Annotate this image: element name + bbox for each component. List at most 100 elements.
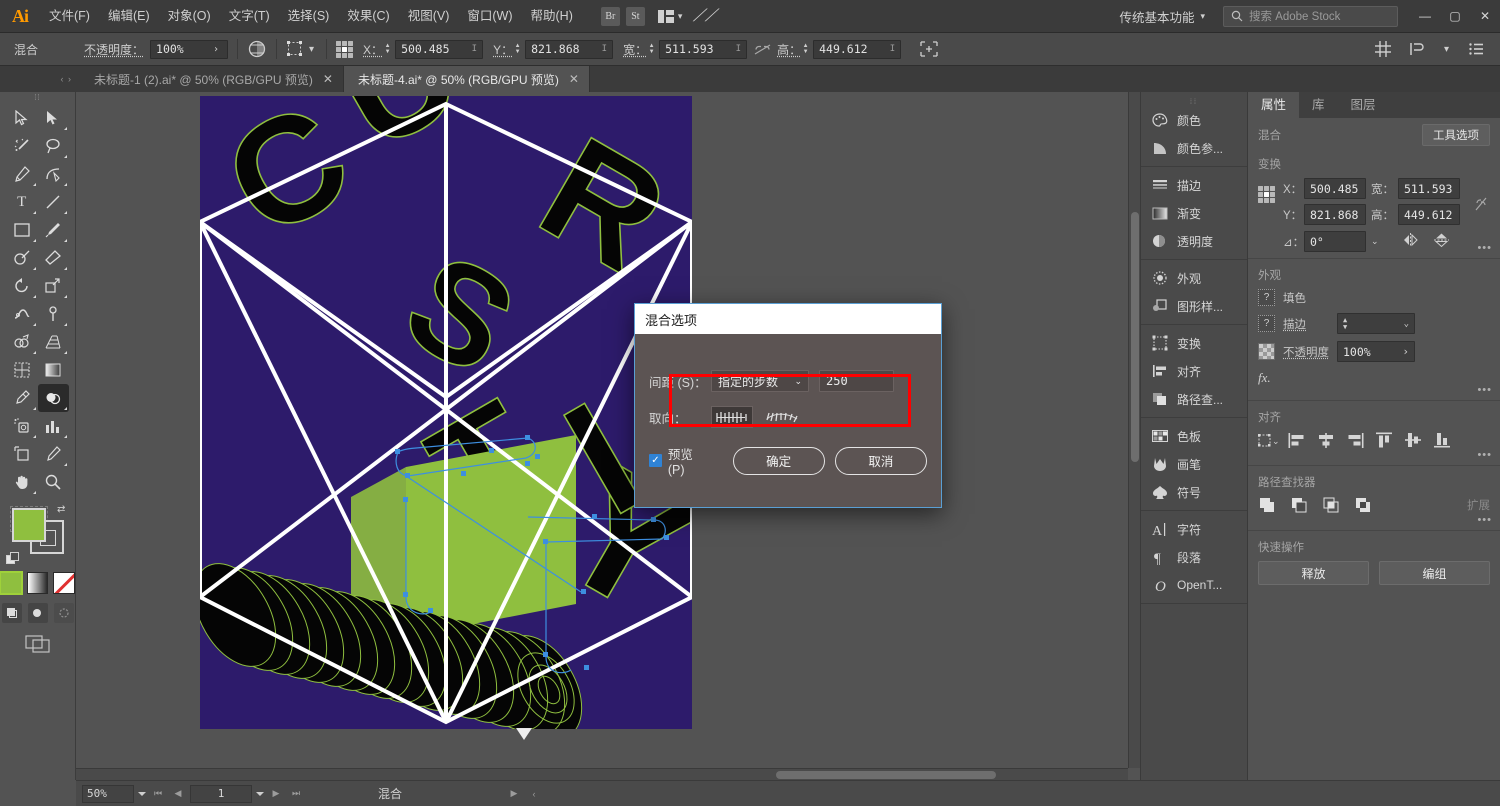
curvature-tool[interactable] (38, 160, 70, 188)
align-to-selector[interactable]: ⌄ (1258, 431, 1278, 449)
artboard-dropdown-icon[interactable] (256, 791, 264, 796)
panel-transform[interactable]: 变换 (1141, 329, 1247, 357)
panel-appearance[interactable]: 外观 (1141, 264, 1247, 292)
width-tool[interactable] (6, 300, 38, 328)
lasso-tool[interactable] (38, 132, 70, 160)
panel-brushes[interactable]: 画笔 (1141, 450, 1247, 478)
rotation-angle-input[interactable]: 0° (1304, 231, 1366, 252)
artwork[interactable]: C U R S Y I T (76, 92, 1140, 780)
add-effect-button[interactable]: fx. (1258, 370, 1490, 386)
slice-tool[interactable] (38, 440, 70, 468)
gradient-tool[interactable] (38, 356, 70, 384)
status-collapse-icon[interactable]: ‹ (526, 785, 542, 803)
align-bottom-button[interactable] (1432, 431, 1452, 449)
panel-symbols[interactable]: 符号 (1141, 478, 1247, 506)
artboard-tool[interactable] (6, 440, 38, 468)
distribute-spacing-icon[interactable] (1373, 39, 1393, 59)
canvas-horizontal-scrollbar[interactable] (76, 768, 1128, 780)
x-input[interactable]: 500.485 (1304, 178, 1366, 199)
align-left-button[interactable] (1287, 431, 1307, 449)
minimize-button[interactable]: — (1410, 0, 1440, 33)
stock-icon[interactable]: St (625, 6, 645, 26)
scrollbar-thumb[interactable] (776, 771, 996, 779)
pen-tool[interactable] (6, 160, 38, 188)
draw-behind-icon[interactable] (27, 603, 48, 623)
width-stepper[interactable]: ▲ ▼ (647, 43, 656, 55)
tab-scroll-controls[interactable]: ‹ › (0, 66, 80, 92)
direct-selection-tool[interactable] (38, 104, 70, 132)
tab-properties[interactable]: 属性 (1248, 92, 1300, 118)
perspective-grid-tool[interactable] (38, 328, 70, 356)
draw-inside-icon[interactable] (53, 603, 74, 623)
none-swatch-button[interactable] (53, 572, 76, 594)
opacity-swatch[interactable] (1258, 343, 1275, 360)
symbol-sprayer-tool[interactable] (6, 412, 38, 440)
panel-stroke[interactable]: 描边 (1141, 171, 1247, 199)
column-graph-tool[interactable] (38, 412, 70, 440)
pathfinder-more-options[interactable]: ••• (1477, 514, 1492, 526)
blend-options-dialog[interactable]: 混合选项 间距 (S)： 指定的步数 ⌄ 250 取向： ✓ 预览 (P) 确定… (634, 303, 942, 508)
height-input[interactable]: 449.612 (1398, 204, 1460, 225)
status-menu-icon[interactable]: ▶ (506, 785, 522, 803)
hand-tool[interactable] (6, 468, 38, 496)
swap-fill-stroke-icon[interactable]: ⇄ (57, 504, 71, 518)
flip-vertical-button[interactable] (1433, 232, 1449, 251)
panel-pathfinder[interactable]: 路径查... (1141, 385, 1247, 413)
y-input[interactable]: 821.868 (1304, 204, 1366, 225)
dock-drag-handle[interactable]: ⁞⁞ (1141, 98, 1247, 106)
color-swatch-button[interactable] (0, 571, 23, 595)
text-wrap-icon[interactable] (1407, 39, 1427, 59)
shaper-tool[interactable] (6, 244, 38, 272)
exclude-button[interactable] (1354, 496, 1374, 514)
menu-edit[interactable]: 编辑(E) (99, 0, 159, 33)
lock-proportions-button[interactable] (1472, 178, 1490, 212)
chevron-down-icon[interactable]: ▾ (1441, 44, 1452, 55)
draw-normal-icon[interactable] (1, 603, 22, 623)
width-input[interactable]: 511.593 I (659, 39, 748, 59)
bridge-icon[interactable]: Br (600, 6, 620, 26)
paintbrush-tool[interactable] (38, 216, 70, 244)
type-tool[interactable]: T (6, 188, 38, 216)
stroke-color-swatch[interactable]: ? (1258, 315, 1275, 332)
previous-artboard-icon[interactable]: ◀ (170, 785, 186, 803)
y-stepper[interactable]: ▲ ▼ (513, 43, 522, 55)
eraser-tool[interactable] (38, 244, 70, 272)
align-center-horizontal-button[interactable] (1316, 431, 1336, 449)
close-button[interactable]: ✕ (1470, 0, 1500, 33)
align-options-icon[interactable] (919, 39, 939, 59)
scale-tool[interactable] (38, 272, 70, 300)
mesh-tool[interactable] (6, 356, 38, 384)
zoom-level-input[interactable]: 50% (82, 784, 134, 803)
intersect-button[interactable] (1322, 496, 1342, 514)
panel-gradient[interactable]: 渐变 (1141, 199, 1247, 227)
panel-opentype[interactable]: O OpenT... (1141, 571, 1247, 599)
transform-proxy-icon[interactable] (286, 39, 306, 59)
spacing-steps-input[interactable]: 250 (819, 370, 894, 392)
orientation-align-page-button[interactable] (711, 406, 753, 428)
panel-paragraph[interactable]: ¶ 段落 (1141, 543, 1247, 571)
reference-point-selector[interactable] (336, 40, 354, 58)
magic-wand-tool[interactable] (6, 132, 38, 160)
toolbar-drag-handle[interactable]: ⁞⁞ (0, 92, 75, 102)
document-tab-2[interactable]: 未标题-4.ai* @ 50% (RGB/GPU 预览) ✕ (343, 66, 590, 92)
orientation-align-path-button[interactable] (761, 406, 803, 428)
panel-transparency[interactable]: 透明度 (1141, 227, 1247, 255)
appearance-more-options[interactable]: ••• (1477, 384, 1492, 396)
preview-checkbox[interactable]: ✓ 预览 (P) (649, 444, 713, 477)
scrollbar-thumb[interactable] (1131, 212, 1139, 462)
chevron-down-icon[interactable]: ⌄ (1371, 236, 1379, 247)
menu-type[interactable]: 文字(T) (220, 0, 279, 33)
fill-color-swatch[interactable]: ? (1258, 289, 1275, 306)
panel-character[interactable]: A 字符 (1141, 515, 1247, 543)
close-icon[interactable]: ✕ (569, 72, 579, 86)
menu-window[interactable]: 窗口(W) (458, 0, 521, 33)
menu-file[interactable]: 文件(F) (40, 0, 99, 33)
height-input[interactable]: 449.612 I (813, 39, 902, 59)
close-icon[interactable]: ✕ (323, 72, 333, 86)
transform-more-options[interactable]: ••• (1477, 242, 1492, 254)
arrange-documents-button[interactable]: ▾ (657, 9, 682, 23)
workspace-switcher[interactable]: 传统基本功能 ▾ (1109, 4, 1215, 28)
expand-button[interactable]: 扩展 (1467, 497, 1490, 513)
y-input[interactable]: 821.868 I (525, 39, 614, 59)
zoom-tool[interactable] (38, 468, 70, 496)
